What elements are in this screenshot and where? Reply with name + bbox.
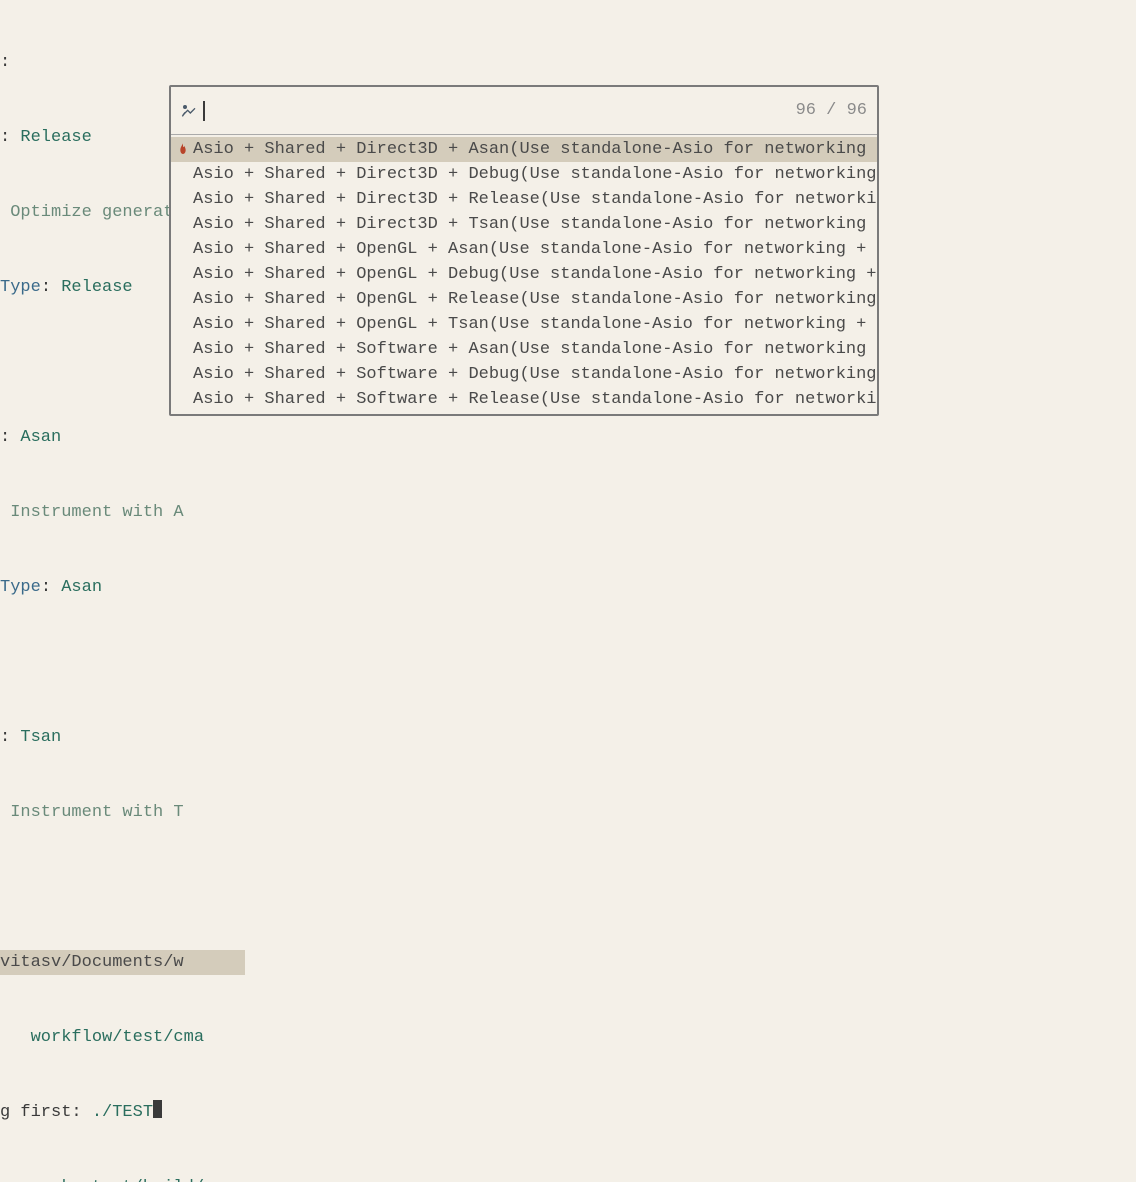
code-text: : [0,125,20,150]
item-label: Asio + Shared + OpenGL + Debug(Use stand… [193,262,877,287]
item-label: Asio + Shared + OpenGL + Tsan(Use standa… [193,312,877,337]
picker-popup[interactable]: 96 / 96 Asio + Shared + Direct3D + Asan(… [169,85,879,416]
code-value: Tsan [20,725,61,750]
code-value: Asan [20,425,61,450]
code-type: Type [0,575,41,600]
list-item[interactable]: Asio + Shared + Direct3D + Tsan(Use stan… [171,212,877,237]
result-count: 96 / 96 [796,101,867,120]
cursor [153,1100,162,1118]
item-label: Asio + Shared + Software + Debug(Use sta… [193,362,877,387]
code-text: : [0,50,10,75]
list-item[interactable]: Asio + Shared + Software + Debug(Use sta… [171,362,877,387]
fire-icon [175,142,191,158]
list-item[interactable]: Asio + Shared + Software + Asan(Use stan… [171,337,877,362]
path-text: ./TEST [92,1100,153,1125]
list-item[interactable]: Asio + Shared + Direct3D + Asan(Use stan… [171,137,877,162]
code-sep: : [41,575,61,600]
item-label: Asio + Shared + Direct3D + Tsan(Use stan… [193,212,877,237]
picker-list[interactable]: Asio + Shared + Direct3D + Asan(Use stan… [171,135,877,414]
path-text: workflow/test/cma [0,1025,204,1050]
item-label: Asio + Shared + Direct3D + Debug(Use sta… [193,162,877,187]
list-item[interactable]: Asio + Shared + OpenGL + Debug(Use stand… [171,262,877,287]
code-type: Type [0,275,41,300]
list-item[interactable]: Asio + Shared + OpenGL + Tsan(Use standa… [171,312,877,337]
item-label: Asio + Shared + OpenGL + Release(Use sta… [193,287,877,312]
item-label: Asio + Shared + Direct3D + Asan(Use stan… [193,137,877,162]
status-path: vitasv/Documents/w [0,950,245,975]
code-value: Release [20,125,91,150]
list-item[interactable]: Asio + Shared + Direct3D + Debug(Use sta… [171,162,877,187]
list-item[interactable]: Asio + Shared + OpenGL + Release(Use sta… [171,287,877,312]
list-item[interactable]: Asio + Shared + OpenGL + Asan(Use standa… [171,237,877,262]
path-text: cmake-test/build/ [0,1175,204,1182]
list-item[interactable]: Asio + Shared + Direct3D + Release(Use s… [171,187,877,212]
list-item[interactable]: Asio + Shared + Software + Release(Use s… [171,387,877,412]
code-sep: : [41,275,61,300]
code-value: Release [61,275,132,300]
code-value: Asan [61,575,102,600]
item-label: Asio + Shared + Software + Asan(Use stan… [193,337,877,362]
code-comment: Instrument with T [0,800,184,825]
path-text: g first: [0,1100,92,1125]
item-label: Asio + Shared + Software + Release(Use s… [193,387,877,412]
code-text: : [0,425,20,450]
telescope-icon [181,101,205,121]
picker-header: 96 / 96 [171,87,877,135]
item-label: Asio + Shared + OpenGL + Asan(Use standa… [193,237,877,262]
code-comment: Instrument with A [0,500,184,525]
search-cursor [203,101,205,121]
path-text: vitasv/Documents/w [0,953,184,972]
code-text: : [0,725,20,750]
item-label: Asio + Shared + Direct3D + Release(Use s… [193,187,877,212]
